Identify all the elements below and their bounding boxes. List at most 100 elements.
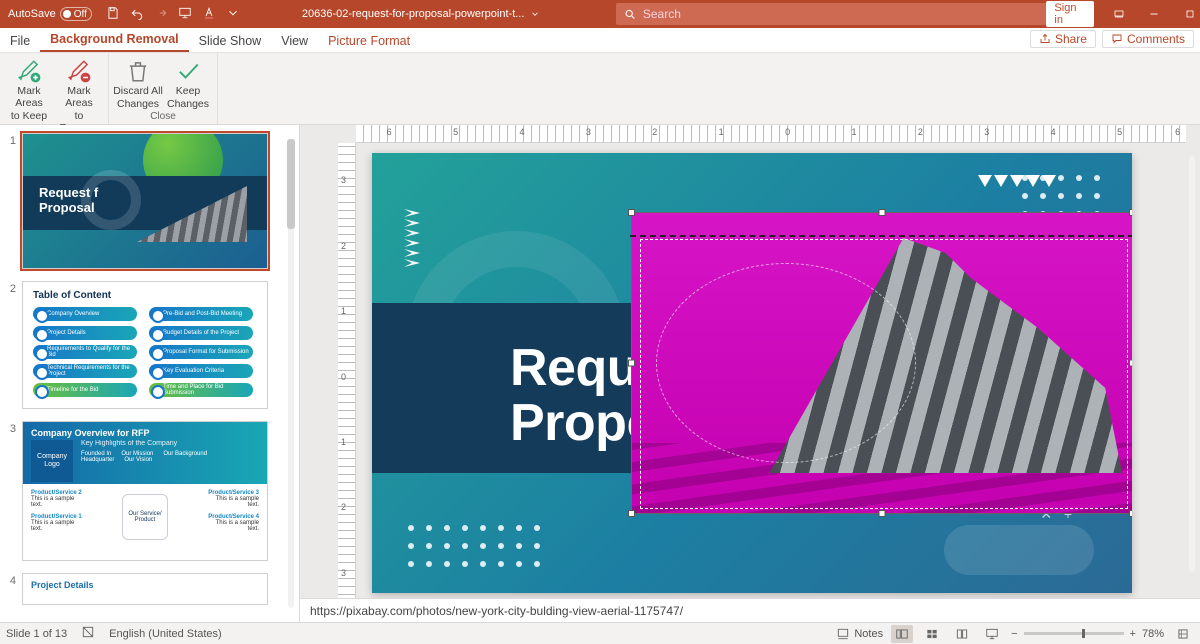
thumbnail-slot[interactable]: 4 Project Details xyxy=(4,573,285,605)
image-source-link[interactable]: https://pixabay.com/photos/new-york-city… xyxy=(310,604,683,618)
keep-changes-button[interactable]: Keep Changes xyxy=(163,55,213,110)
slide-canvas[interactable]: RequePropos ✕ + xyxy=(372,153,1132,593)
slide-editor: 6 5 4 3 2 1 0 1 2 3 4 5 6 3 2 1 0 1 2 3 xyxy=(300,125,1200,622)
search-icon xyxy=(624,8,636,21)
decor-wave xyxy=(944,525,1094,575)
resize-handle[interactable] xyxy=(1129,209,1132,216)
ribbon-group-close: Discard All Changes Keep Changes Close xyxy=(109,53,218,124)
redo-icon[interactable] xyxy=(154,6,168,23)
slide-thumbnails-panel: 1 Request fProposal 2 Table of Content C… xyxy=(0,125,300,622)
list-item: Pre-Bid and Post-Bid Meeting xyxy=(149,307,253,321)
horizontal-ruler[interactable]: 6 5 4 3 2 1 0 1 2 3 4 5 6 xyxy=(356,125,1186,143)
resize-handle[interactable] xyxy=(628,209,635,216)
slide-counter[interactable]: Slide 1 of 13 xyxy=(6,628,67,640)
thumbnail-slot[interactable]: 2 Table of Content Company Overview Proj… xyxy=(4,281,285,409)
sign-in-button[interactable]: Sign in xyxy=(1046,1,1093,27)
sorter-view-icon[interactable] xyxy=(921,625,943,643)
thumbnail-slot[interactable]: 1 Request fProposal xyxy=(4,133,285,269)
mark-areas-remove-button[interactable]: Mark Areas to Remove xyxy=(54,55,104,134)
list-item: Time and Place for Bid Submission xyxy=(149,383,253,397)
thumbnail-slot[interactable]: 3 Company Overview for RFP Company Logo … xyxy=(4,421,285,561)
present-icon[interactable] xyxy=(178,6,192,23)
ribbon-group-label: Close xyxy=(150,111,176,124)
list-item: Company Overview xyxy=(33,307,137,321)
tab-file[interactable]: File xyxy=(0,30,40,52)
document-title[interactable]: 20636-02-request-for-proposal-powerpoint… xyxy=(286,8,557,20)
main-area: 1 Request fProposal 2 Table of Content C… xyxy=(0,125,1200,622)
autosave-pill: Off xyxy=(60,7,92,21)
reading-view-icon[interactable] xyxy=(951,625,973,643)
comment-icon xyxy=(1111,33,1123,45)
slide-number: 3 xyxy=(4,421,16,561)
menu-bar: File Background Removal Slide Show View … xyxy=(0,28,1200,53)
slideshow-view-icon[interactable] xyxy=(981,625,1003,643)
tab-view[interactable]: View xyxy=(271,30,318,52)
editor-scrollbar[interactable] xyxy=(1186,145,1198,582)
share-button[interactable]: Share xyxy=(1030,30,1096,48)
ribbon-display-icon[interactable] xyxy=(1102,0,1136,28)
search-box[interactable] xyxy=(616,3,1046,25)
tab-slide-show[interactable]: Slide Show xyxy=(189,30,272,52)
list-item: Timeline for the Bid xyxy=(33,383,137,397)
fit-to-window-icon[interactable] xyxy=(1172,625,1194,643)
mark-areas-keep-button[interactable]: Mark Areas to Keep xyxy=(4,55,54,134)
status-bar: Slide 1 of 13 English (United States) No… xyxy=(0,622,1200,644)
normal-view-icon[interactable] xyxy=(891,625,913,643)
thumbnails-scrollbar[interactable] xyxy=(285,131,297,616)
quick-access-toolbar xyxy=(100,6,246,23)
decor-zigzag-left xyxy=(404,209,420,299)
slide-number: 2 xyxy=(4,281,16,409)
share-icon xyxy=(1039,33,1051,45)
resize-handle[interactable] xyxy=(628,510,635,517)
zoom-in-icon[interactable]: + xyxy=(1130,628,1136,640)
slide-thumbnail-2[interactable]: Table of Content Company Overview Projec… xyxy=(22,281,268,409)
list-item: Budget Details of the Project xyxy=(149,326,253,340)
pencil-minus-icon xyxy=(66,58,92,84)
resize-handle[interactable] xyxy=(879,209,886,216)
minimize-icon[interactable] xyxy=(1138,0,1172,28)
list-item: Project Details xyxy=(33,326,137,340)
autosave-toggle[interactable]: AutoSave Off xyxy=(0,7,100,21)
notes-button[interactable]: Notes xyxy=(836,627,883,641)
slide-number: 4 xyxy=(4,573,16,605)
accessibility-icon[interactable] xyxy=(81,625,95,642)
undo-icon[interactable] xyxy=(130,6,144,23)
qat-more-icon[interactable] xyxy=(226,6,240,23)
zoom-slider[interactable] xyxy=(1024,632,1124,635)
font-color-icon[interactable] xyxy=(202,6,216,23)
resize-handle[interactable] xyxy=(1129,360,1132,367)
zoom-out-icon[interactable]: − xyxy=(1011,628,1017,640)
save-icon[interactable] xyxy=(106,6,120,23)
zoom-value[interactable]: 78% xyxy=(1142,628,1164,640)
maximize-icon[interactable] xyxy=(1173,0,1200,28)
ribbon-group-refine: Mark Areas to Keep Mark Areas to Remove … xyxy=(0,53,109,124)
tab-background-removal[interactable]: Background Removal xyxy=(40,28,189,52)
vertical-ruler[interactable]: 3 2 1 0 1 2 3 xyxy=(338,143,356,610)
decor-dots xyxy=(408,525,542,569)
image-source-bar: https://pixabay.com/photos/new-york-city… xyxy=(300,598,1200,622)
list-item: Key Evaluation Criteria xyxy=(149,364,253,378)
resize-handle[interactable] xyxy=(879,510,886,517)
chevron-down-icon xyxy=(530,9,540,19)
list-item: Requirements to Qualify for the Bid xyxy=(33,345,137,359)
list-item: Proposal Format for Submission xyxy=(149,345,253,359)
slide-thumbnail-1[interactable]: Request fProposal xyxy=(22,133,268,269)
slide-thumbnail-3[interactable]: Company Overview for RFP Company Logo Ke… xyxy=(22,421,268,561)
resize-handle[interactable] xyxy=(628,360,635,367)
background-removal-selection[interactable] xyxy=(632,213,1132,513)
title-bar: AutoSave Off 20636-02-request-for-propos… xyxy=(0,0,1200,28)
notes-icon xyxy=(836,627,850,641)
slide-number: 1 xyxy=(4,133,16,269)
pencil-plus-icon xyxy=(16,58,42,84)
resize-handle[interactable] xyxy=(1129,510,1132,517)
zoom-control[interactable]: − + 78% xyxy=(1011,628,1164,640)
list-item: Technical Requirements for the Project xyxy=(33,364,137,378)
comments-button[interactable]: Comments xyxy=(1102,30,1194,48)
tab-picture-format[interactable]: Picture Format xyxy=(318,30,420,52)
discard-changes-button[interactable]: Discard All Changes xyxy=(113,55,163,110)
language-indicator[interactable]: English (United States) xyxy=(109,628,222,640)
check-icon xyxy=(175,58,201,84)
slide-thumbnail-4[interactable]: Project Details xyxy=(22,573,268,605)
search-input[interactable] xyxy=(643,7,1039,21)
autosave-label: AutoSave xyxy=(8,8,56,20)
